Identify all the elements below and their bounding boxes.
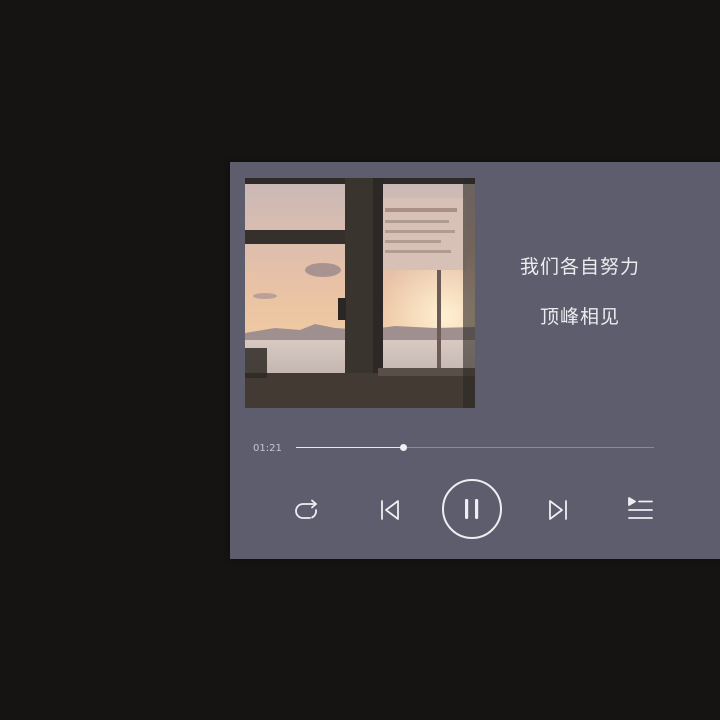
progress-fill — [296, 447, 404, 448]
lyric-line-next: 顶峰相见 — [539, 306, 620, 328]
pause-icon — [462, 498, 482, 520]
elapsed-time: 01:21 — [253, 443, 282, 454]
repeat-icon — [293, 497, 323, 523]
album-cover[interactable] — [245, 178, 475, 408]
previous-track-icon — [379, 498, 401, 522]
previous-button[interactable] — [376, 495, 404, 525]
music-player-card: 我们各自努力 顶峰相见 01:21 — [230, 162, 720, 559]
screen: 我们各自努力 顶峰相见 01:21 — [0, 0, 720, 720]
progress-handle[interactable] — [400, 444, 408, 451]
lyric-line-current: 我们各自努力 — [519, 256, 640, 278]
repeat-button[interactable] — [290, 494, 326, 526]
pause-button[interactable] — [442, 479, 502, 539]
playlist-button[interactable] — [623, 493, 657, 525]
next-button[interactable] — [544, 495, 572, 525]
next-track-icon — [547, 498, 569, 522]
playlist-icon — [626, 496, 654, 522]
progress-bar[interactable] — [296, 444, 654, 451]
